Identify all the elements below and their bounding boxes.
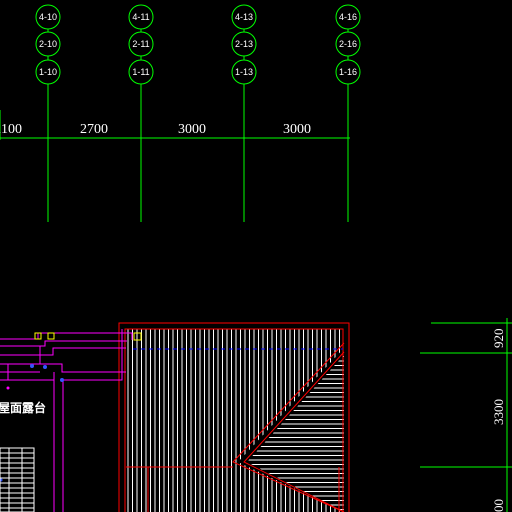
vdim-00: 00 <box>491 499 506 512</box>
axis-bubble-label: 4-11 <box>132 12 149 22</box>
axis-bubble-label: 4-10 <box>39 12 57 22</box>
dim-text-3: 3000 <box>178 122 206 137</box>
vdim-3300: 3300 <box>491 399 506 425</box>
room-label: 屋面露台 <box>0 400 46 415</box>
marker-2 <box>47 332 55 340</box>
axis-bubble-label: 1-11 <box>132 67 149 77</box>
axis-bubble-label: 4-16 <box>339 12 357 22</box>
cad-drawing: 4-10 2-10 1-10 4-11 2-11 1-11 4-13 2-13 1-13 4-16… <box>0 4 512 512</box>
axis-bubble-label: 1-16 <box>339 67 357 77</box>
dim-text-1: 2100 <box>0 122 22 137</box>
dim-text-2: 2700 <box>80 122 108 137</box>
dim-text-4: 3000 <box>283 122 311 137</box>
axis-bubble-label: 1-13 <box>235 67 253 77</box>
vdim-920: 920 <box>491 329 506 349</box>
axis-bubble-label: 2-10 <box>39 39 57 49</box>
axis-bubbles: 4-10 2-10 1-10 4-11 2-11 1-11 4-13 2-13 1-13 4-16… <box>35 4 361 85</box>
pipes <box>0 329 133 512</box>
axis-bubble-label: 2-16 <box>339 39 357 49</box>
axis-bubble-label: 4-13 <box>235 12 253 22</box>
axis-grid-lines <box>0 84 350 222</box>
axis-bubble-label: 2-11 <box>132 39 149 49</box>
axis-bubble-label: 1-10 <box>39 67 57 77</box>
pipe-dots <box>6 386 10 390</box>
axis-bubble-label: 2-13 <box>235 39 253 49</box>
